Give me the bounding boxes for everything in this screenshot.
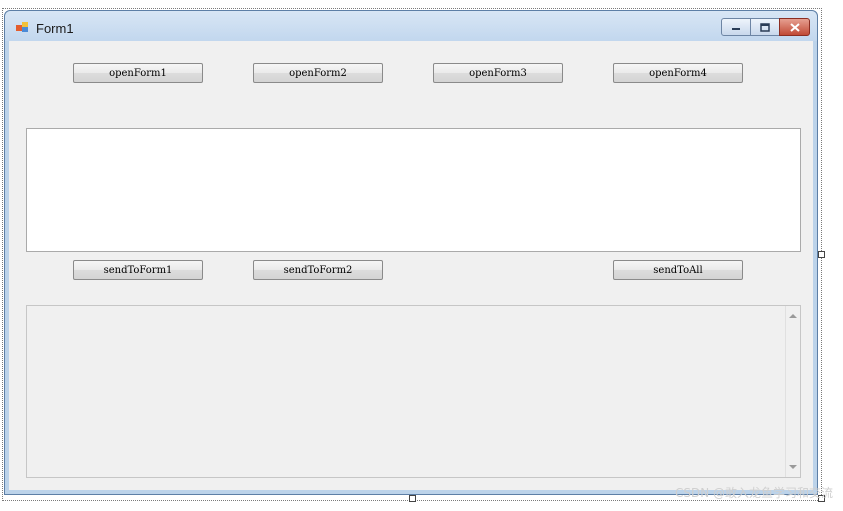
send-to-form2-button[interactable]: sendToForm2 xyxy=(253,260,383,280)
close-icon xyxy=(789,22,800,32)
scroll-down-icon[interactable] xyxy=(789,465,797,469)
watermark: CSDN @敢入龙鱼学习和交流 xyxy=(674,486,833,500)
vertical-scrollbar[interactable] xyxy=(785,306,800,477)
window-title: Form1 xyxy=(36,21,74,36)
resize-handle-bottom[interactable] xyxy=(409,495,416,502)
title-bar[interactable]: Form1 xyxy=(5,11,817,41)
send-to-all-button[interactable]: sendToAll xyxy=(613,260,743,280)
minimize-icon xyxy=(732,28,740,30)
resize-handle-right[interactable] xyxy=(818,251,825,258)
open-form3-button[interactable]: openForm3 xyxy=(433,63,563,83)
open-form4-button[interactable]: openForm4 xyxy=(613,63,743,83)
scroll-up-icon[interactable] xyxy=(789,314,797,318)
restore-button[interactable] xyxy=(750,18,780,36)
open-form1-button[interactable]: openForm1 xyxy=(73,63,203,83)
restore-icon xyxy=(760,22,770,32)
close-button[interactable] xyxy=(779,18,810,36)
output-textbox[interactable] xyxy=(26,305,801,478)
message-textbox[interactable] xyxy=(26,128,801,252)
minimize-button[interactable] xyxy=(721,18,751,36)
send-to-form1-button[interactable]: sendToForm1 xyxy=(73,260,203,280)
form-window: Form1 openForm1 openForm2 openForm3 open… xyxy=(4,10,818,495)
form-client-area: openForm1 openForm2 openForm3 openForm4 … xyxy=(9,41,813,490)
open-form2-button[interactable]: openForm2 xyxy=(253,63,383,83)
windows-form-icon xyxy=(16,22,28,32)
caption-buttons xyxy=(721,18,810,36)
